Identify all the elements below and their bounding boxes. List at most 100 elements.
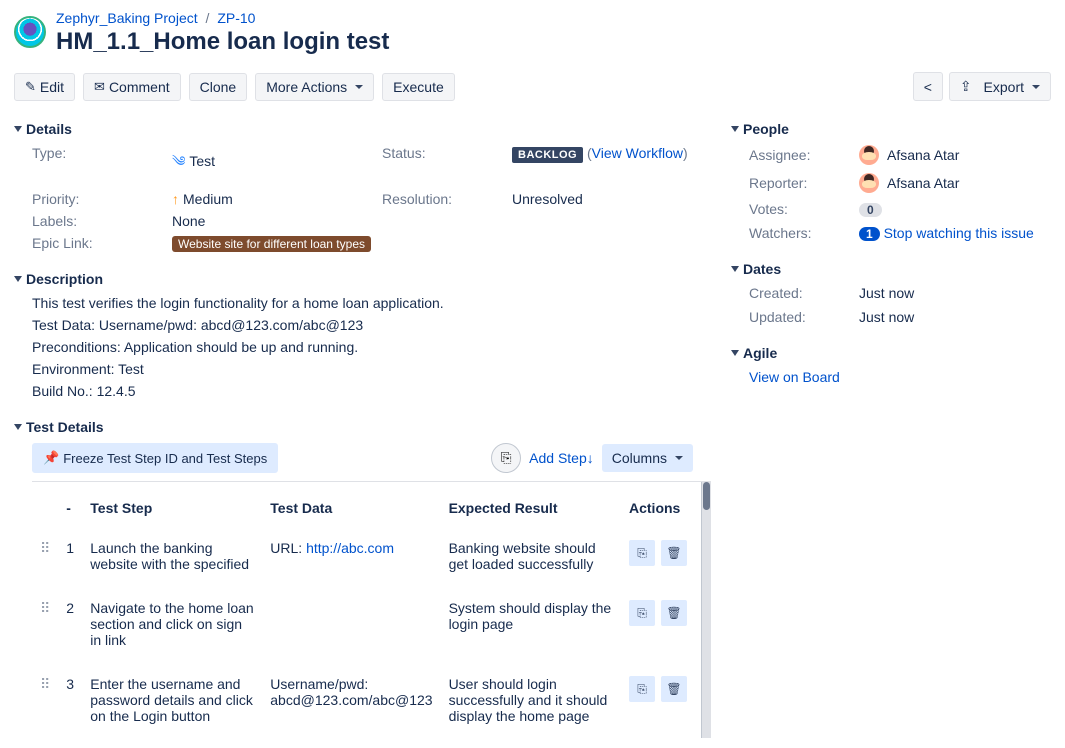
people-header[interactable]: People bbox=[731, 121, 1051, 137]
step-cell[interactable]: Launch the banking website with the spec… bbox=[82, 526, 262, 586]
add-step-label: Add Step bbox=[529, 450, 587, 466]
twisty-icon bbox=[731, 266, 739, 272]
epic-link[interactable]: Website site for different loan types bbox=[172, 236, 371, 252]
twisty-icon bbox=[14, 126, 22, 132]
description-line: This test verifies the login functionali… bbox=[14, 295, 711, 311]
avatar bbox=[859, 173, 879, 193]
table-row: ⠿ 2Navigate to the home loan section and … bbox=[32, 586, 711, 662]
col-num-header: - bbox=[58, 482, 82, 526]
description-header-label: Description bbox=[26, 271, 103, 287]
breadcrumb-project[interactable]: Zephyr_Baking Project bbox=[56, 10, 198, 26]
expected-cell[interactable]: Banking website should get loaded succes… bbox=[441, 526, 621, 586]
drag-handle-icon[interactable]: ⠿ bbox=[40, 676, 50, 692]
col-expected-header: Expected Result bbox=[441, 482, 621, 526]
clone-button[interactable]: Clone bbox=[189, 73, 248, 101]
data-cell[interactable] bbox=[262, 586, 440, 662]
execute-label: Execute bbox=[393, 79, 444, 95]
col-data-header: Test Data bbox=[262, 482, 440, 526]
type-value: Test bbox=[189, 153, 215, 169]
drag-handle-icon[interactable]: ⠿ bbox=[40, 600, 50, 616]
twisty-icon bbox=[731, 350, 739, 356]
data-cell[interactable]: Username/pwd: abcd@123.com/abc@123 bbox=[262, 662, 440, 738]
data-cell[interactable]: URL: http://abc.com bbox=[262, 526, 440, 586]
details-header[interactable]: Details bbox=[14, 121, 711, 137]
view-on-board-link[interactable]: View on Board bbox=[749, 369, 840, 385]
copy-columns-button[interactable]: ⎘ bbox=[491, 443, 521, 473]
expected-cell[interactable]: User should login successfully and it sh… bbox=[441, 662, 621, 738]
col-step-header: Test Step bbox=[82, 482, 262, 526]
dates-header[interactable]: Dates bbox=[731, 261, 1051, 277]
chevron-down-icon bbox=[355, 85, 363, 89]
description-header[interactable]: Description bbox=[14, 271, 711, 287]
step-cell[interactable]: Enter the username and password details … bbox=[82, 662, 262, 738]
stop-watching-link[interactable]: Stop watching this issue bbox=[884, 225, 1034, 241]
more-actions-label: More Actions bbox=[266, 79, 347, 95]
freeze-label: Freeze Test Step ID and Test Steps bbox=[63, 451, 267, 466]
share-button[interactable]: < bbox=[913, 72, 943, 101]
delete-step-button[interactable]: 🗑 bbox=[661, 540, 687, 566]
chevron-down-icon bbox=[675, 456, 683, 460]
breadcrumb: Zephyr_Baking Project / ZP-10 bbox=[56, 10, 389, 26]
clone-step-button[interactable]: ⎘ bbox=[629, 540, 655, 566]
execute-button[interactable]: Execute bbox=[382, 73, 455, 101]
test-type-icon: ༄ bbox=[172, 153, 185, 169]
pin-icon: 📌 bbox=[43, 450, 59, 466]
priority-label: Priority: bbox=[32, 191, 172, 207]
updated-value: Just now bbox=[859, 309, 1051, 325]
resolution-value: Unresolved bbox=[512, 191, 711, 207]
priority-value: Medium bbox=[183, 191, 233, 207]
description-line: Test Data: Username/pwd: abcd@123.com/ab… bbox=[14, 317, 711, 333]
labels-value: None bbox=[172, 213, 382, 229]
reporter-label: Reporter: bbox=[749, 175, 859, 191]
delete-step-button[interactable]: 🗑 bbox=[661, 676, 687, 702]
clone-step-button[interactable]: ⎘ bbox=[629, 600, 655, 626]
add-step-link[interactable]: Add Step↓ bbox=[529, 450, 594, 466]
drag-handle-icon[interactable]: ⠿ bbox=[40, 540, 50, 556]
assignee-label: Assignee: bbox=[749, 147, 859, 163]
dates-header-label: Dates bbox=[743, 261, 781, 277]
epic-label: Epic Link: bbox=[32, 235, 172, 251]
reporter-value: Afsana Atar bbox=[887, 175, 959, 191]
assignee-value: Afsana Atar bbox=[887, 147, 959, 163]
export-button[interactable]: ⇪ Export bbox=[949, 72, 1051, 101]
step-cell[interactable]: Navigate to the home loan section and cl… bbox=[82, 586, 262, 662]
expected-cell[interactable]: System should display the login page bbox=[441, 586, 621, 662]
vertical-scrollbar[interactable] bbox=[701, 482, 711, 738]
test-data-link[interactable]: http://abc.com bbox=[306, 540, 394, 556]
agile-header[interactable]: Agile bbox=[731, 345, 1051, 361]
comment-icon: ✉ bbox=[94, 79, 105, 95]
scrollbar-thumb[interactable] bbox=[703, 482, 710, 510]
description-line: Build No.: 12.4.5 bbox=[14, 383, 711, 399]
trash-icon: 🗑 bbox=[666, 606, 681, 620]
project-avatar bbox=[14, 16, 46, 48]
comment-button[interactable]: ✉Comment bbox=[83, 73, 181, 101]
step-number: 3 bbox=[58, 662, 82, 738]
trash-icon: 🗑 bbox=[666, 682, 681, 696]
trash-icon: 🗑 bbox=[666, 546, 681, 560]
columns-button[interactable]: Columns bbox=[602, 444, 693, 472]
freeze-button[interactable]: 📌 Freeze Test Step ID and Test Steps bbox=[32, 443, 278, 473]
view-workflow-link[interactable]: View Workflow bbox=[592, 145, 683, 161]
share-icon: < bbox=[924, 79, 932, 95]
delete-step-button[interactable]: 🗑 bbox=[661, 600, 687, 626]
step-number: 2 bbox=[58, 586, 82, 662]
test-details-header[interactable]: Test Details bbox=[14, 419, 711, 435]
clone-icon: ⎘ bbox=[637, 546, 647, 561]
clone-step-button[interactable]: ⎘ bbox=[629, 676, 655, 702]
updated-label: Updated: bbox=[749, 309, 859, 325]
more-actions-button[interactable]: More Actions bbox=[255, 73, 374, 101]
table-row: ⠿ 3Enter the username and password detail… bbox=[32, 662, 711, 738]
votes-label: Votes: bbox=[749, 201, 859, 217]
edit-button[interactable]: ✎Edit bbox=[14, 73, 75, 101]
col-actions-header: Actions bbox=[621, 482, 711, 526]
avatar bbox=[859, 145, 879, 165]
breadcrumb-issue-key[interactable]: ZP-10 bbox=[217, 10, 255, 26]
edit-label: Edit bbox=[40, 79, 64, 95]
chevron-down-icon bbox=[1032, 85, 1040, 89]
table-row: ⠿1Launch the banking website with the sp… bbox=[32, 526, 711, 586]
sort-icon: ↓ bbox=[587, 450, 594, 466]
export-icon: ⇪ bbox=[960, 78, 972, 95]
clone-label: Clone bbox=[200, 79, 237, 95]
people-header-label: People bbox=[743, 121, 789, 137]
issue-title: HM_1.1_Home loan login test bbox=[56, 28, 389, 56]
